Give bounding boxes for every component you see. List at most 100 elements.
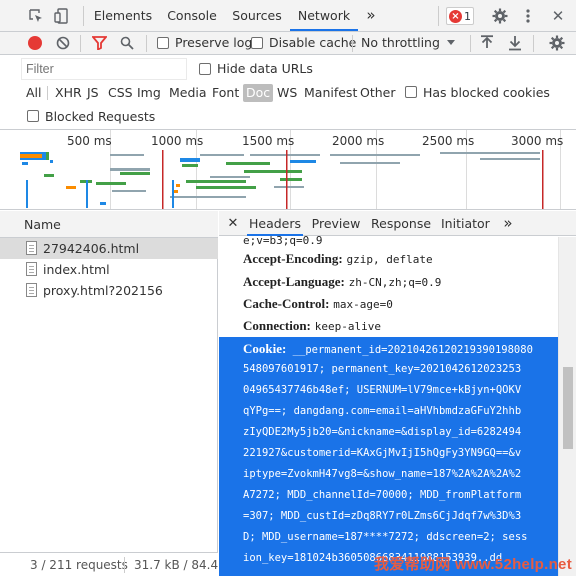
header-name: Accept-Encoding:	[243, 251, 343, 266]
header-value: gzip, deflate	[346, 253, 433, 266]
toolbar-divider	[470, 35, 471, 52]
overview-waterfall	[20, 150, 544, 209]
record-button[interactable]	[28, 36, 42, 50]
request-count: 3 / 211 requests	[30, 558, 128, 572]
type-filter-img[interactable]: Img	[134, 84, 164, 102]
request-details-pane: ✕ Headers Preview Response Initiator » e…	[219, 211, 576, 576]
tab-network[interactable]: Network	[290, 0, 358, 31]
header-line: e;v=b3;q=0.9	[243, 233, 322, 247]
scrollbar-thumb[interactable]	[563, 367, 573, 449]
type-filter-media[interactable]: Media	[166, 84, 210, 102]
toolbar-divider	[47, 86, 48, 100]
export-har-icon[interactable]	[508, 35, 522, 54]
details-scrollbar[interactable]	[558, 237, 576, 576]
type-filter-ws[interactable]: WS	[274, 84, 300, 102]
hide-data-urls-label: Hide data URLs	[217, 61, 313, 76]
type-filter-manifest[interactable]: Manifest	[301, 84, 360, 102]
timeline-tick-label: 500 ms	[67, 134, 112, 148]
type-filter-css[interactable]: CSS	[105, 84, 136, 102]
more-options-icon[interactable]	[518, 6, 538, 26]
cookie-line: 548097601917; permanent_key=202104261202…	[243, 363, 522, 375]
request-summary-bar: 3 / 211 requests 31.7 kB / 84.4 k	[0, 552, 218, 576]
header-line: Connection: keep-alive	[243, 318, 381, 334]
preserve-log-checkbox[interactable]	[157, 37, 169, 49]
request-name: 27942406.html	[43, 241, 140, 256]
inspect-element-icon[interactable]	[26, 6, 46, 26]
type-filter-other[interactable]: Other	[357, 84, 399, 102]
tab-elements[interactable]: Elements	[90, 0, 156, 31]
timeline-tick-label: 1000 ms	[151, 134, 204, 148]
request-row[interactable]: 27942406.html	[0, 238, 218, 259]
search-icon[interactable]	[120, 36, 134, 53]
tab-initiator[interactable]: Initiator	[441, 211, 490, 236]
filter-funnel-icon[interactable]	[91, 36, 108, 53]
type-filter-font[interactable]: Font	[209, 84, 242, 102]
header-line: Cache-Control: max-age=0	[243, 296, 393, 312]
blocked-requests-checkbox[interactable]	[27, 110, 39, 122]
cookie-line: iptype=ZvokmH47vg8=&show_name=187%2A%2A%…	[243, 468, 522, 480]
timeline-tick-label: 1500 ms	[242, 134, 295, 148]
document-file-icon	[26, 241, 37, 255]
blocked-requests-label: Blocked Requests	[45, 109, 156, 124]
cookie-line: 221927&customerid=KAxGjMvIjI5hQgFy3YN9GQ…	[243, 447, 522, 459]
clear-icon[interactable]	[56, 36, 70, 53]
device-toolbar-icon[interactable]	[52, 6, 72, 26]
toolbar-divider	[146, 35, 147, 52]
document-file-icon	[26, 262, 37, 276]
network-settings-gear-icon[interactable]	[549, 35, 565, 54]
filter-input[interactable]	[21, 58, 187, 80]
toolbar-divider	[352, 35, 353, 52]
throttling-select[interactable]: No throttling	[358, 32, 462, 54]
type-filter-doc[interactable]: Doc	[243, 84, 274, 102]
filter-bar: Hide data URLs All XHR JS CSS Img Media …	[0, 56, 576, 130]
toolbar-divider	[83, 6, 84, 26]
request-name: proxy.html?202156	[43, 283, 163, 298]
watermark-text: 我爱帮助网 www.52help.net	[374, 556, 572, 573]
has-blocked-cookies-checkbox[interactable]	[405, 86, 417, 98]
header-name: Accept-Language:	[243, 274, 345, 289]
chevron-down-icon	[447, 40, 455, 45]
header-value: zh-CN,zh;q=0.9	[348, 276, 442, 289]
disable-cache-label: Disable cache	[269, 35, 357, 50]
request-row[interactable]: proxy.html?202156	[0, 280, 218, 301]
header-name: Cache-Control:	[243, 296, 330, 311]
settings-gear-icon[interactable]	[490, 6, 510, 26]
transferred-size: 31.7 kB / 84.4 k	[134, 558, 218, 572]
toolbar-divider	[533, 35, 534, 52]
cookie-line: 04965437746b48ef; USERNUM=lV79mce+kBjyn+…	[243, 384, 522, 396]
tab-sources[interactable]: Sources	[228, 0, 286, 31]
cookie-line: D; MDD_username=187****7272; ddscreen=2;…	[243, 531, 528, 543]
error-icon: ×	[449, 9, 462, 23]
toolbar-divider	[80, 35, 81, 52]
request-row[interactable]: index.html	[0, 259, 218, 280]
column-header-name[interactable]: Name	[0, 211, 218, 238]
close-devtools-icon[interactable]: ✕	[548, 6, 568, 26]
cookie-line: =307; MDD_custId=zDq8RY7r0LZms6CjJdqf7w%…	[243, 510, 522, 522]
cookie-header-selected[interactable]: Cookie: __permanent_id=20210426120219390…	[219, 337, 558, 576]
network-overview-timeline[interactable]: 500 ms 1000 ms 1500 ms 2000 ms 2500 ms 3…	[0, 130, 576, 210]
more-tabs-button[interactable]: »	[362, 0, 380, 31]
tab-response[interactable]: Response	[371, 211, 431, 236]
timeline-tick-label: 2500 ms	[422, 134, 475, 148]
tab-console[interactable]: Console	[162, 0, 222, 31]
cookie-value: __permanent_id=20210426120219390198080	[292, 344, 533, 356]
header-name: Connection:	[243, 318, 311, 333]
request-name: index.html	[43, 262, 110, 277]
type-filter-xhr[interactable]: XHR	[52, 84, 85, 102]
status-divider	[124, 557, 125, 573]
document-file-icon	[26, 283, 37, 297]
type-filter-all[interactable]: All	[23, 84, 45, 102]
header-value: max-age=0	[333, 298, 393, 311]
more-detail-tabs-button[interactable]: »	[499, 211, 517, 236]
import-har-icon[interactable]	[480, 35, 494, 54]
close-details-icon[interactable]: ✕	[225, 211, 241, 236]
header-name: Cookie:	[243, 341, 287, 356]
error-count-badge[interactable]: × 1	[446, 7, 474, 25]
header-line: Accept-Language: zh-CN,zh;q=0.9	[243, 274, 441, 290]
cookie-line: Cookie: __permanent_id=20210426120219390…	[243, 341, 533, 357]
hide-data-urls-checkbox[interactable]	[199, 63, 211, 75]
type-filter-js[interactable]: JS	[84, 84, 102, 102]
cookie-line: qYPg==; dangdang.com=email=aHVhbmdzaGFuY…	[243, 405, 522, 417]
preserve-log-label: Preserve log	[175, 35, 253, 50]
disable-cache-checkbox[interactable]	[251, 37, 263, 49]
